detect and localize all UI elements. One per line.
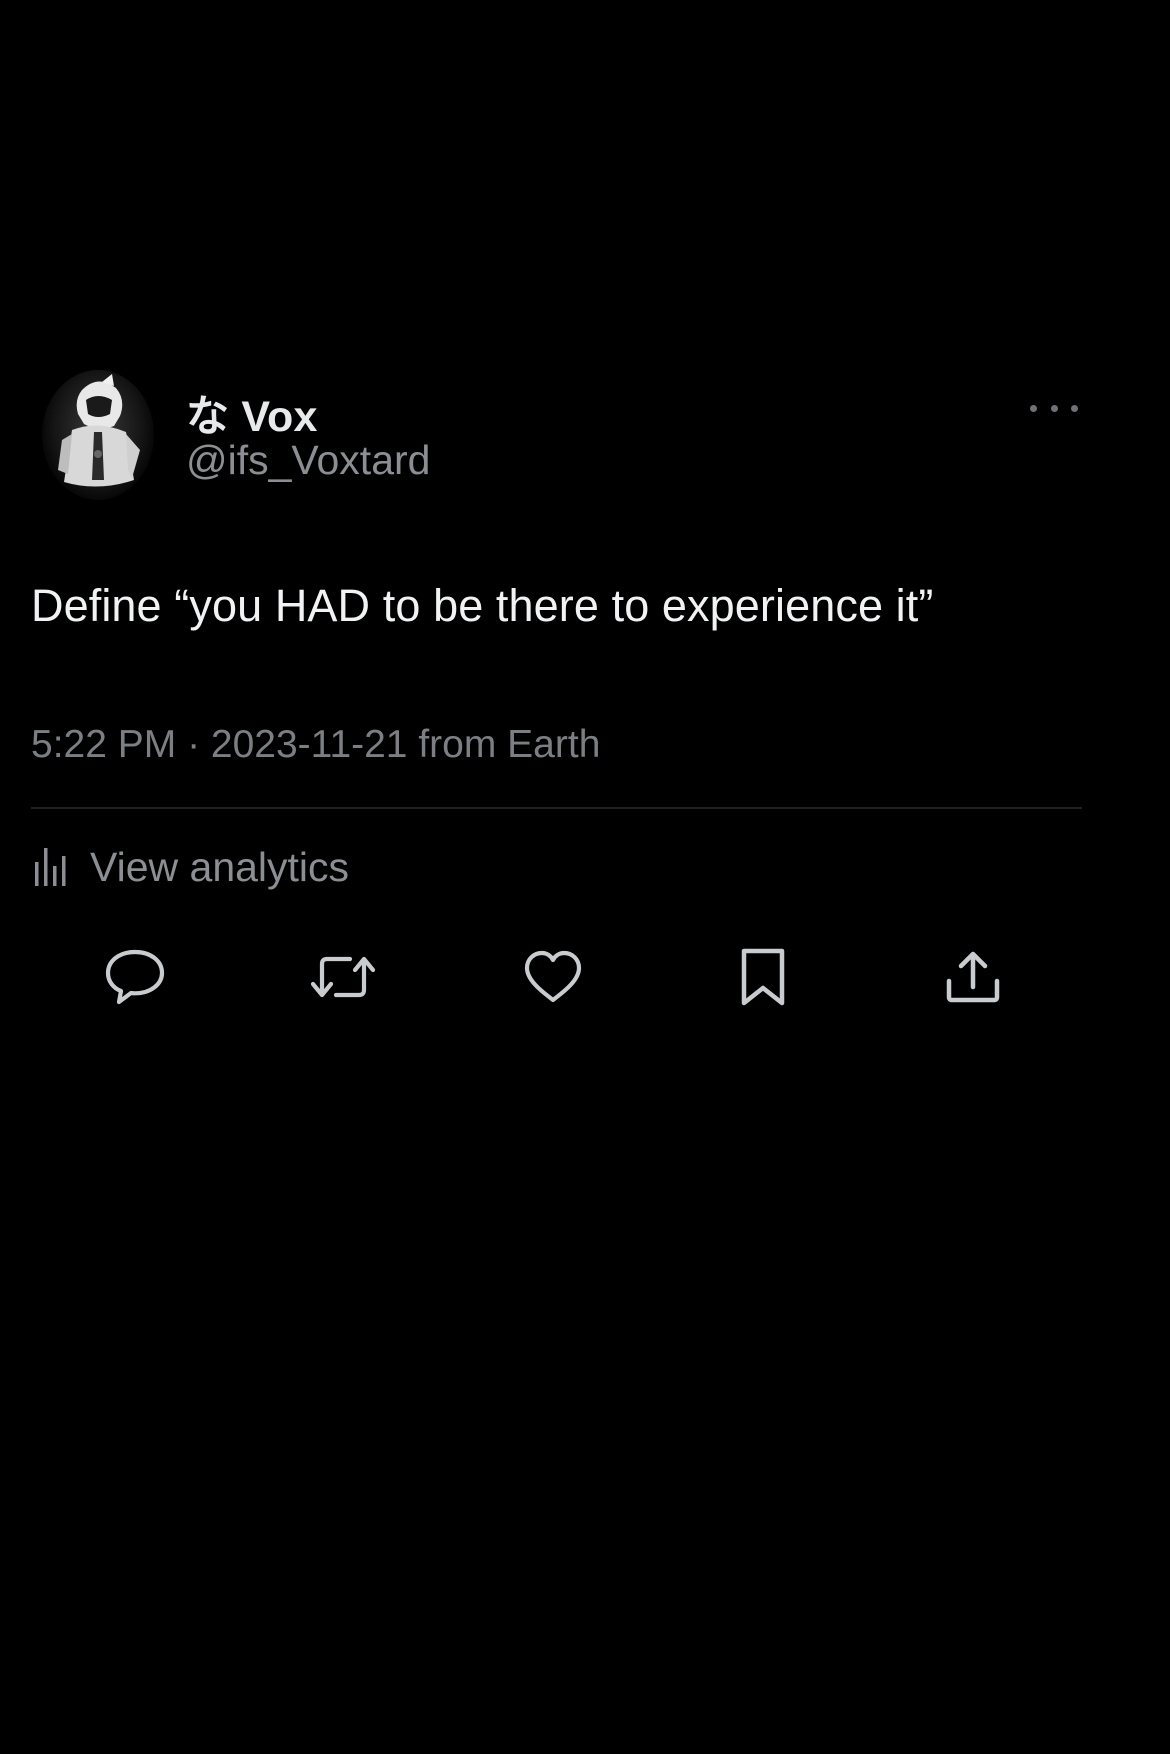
bookmark-button[interactable] bbox=[727, 944, 799, 1010]
tweet-timestamp[interactable]: 5:22 PM · 2023-11-21 from Earth bbox=[31, 723, 600, 767]
dot-icon bbox=[1050, 404, 1058, 412]
username-handle[interactable]: @ifs_Voxtard bbox=[186, 437, 430, 484]
view-analytics-label: View analytics bbox=[90, 843, 350, 890]
tweet-text: Define “you HAD to be there to experienc… bbox=[31, 580, 934, 631]
upload-arrow-icon bbox=[946, 951, 1000, 1003]
like-button[interactable] bbox=[517, 944, 589, 1010]
bar-chart-icon bbox=[35, 848, 66, 886]
retweet-button[interactable] bbox=[307, 944, 379, 1010]
retweet-arrows-icon bbox=[310, 956, 376, 998]
bookmark-icon bbox=[741, 948, 785, 1006]
reply-button[interactable] bbox=[99, 944, 171, 1010]
share-button[interactable] bbox=[937, 944, 1009, 1010]
tweet-detail: な Vox @ifs_Voxtard Define “you HAD to be… bbox=[0, 0, 1170, 1754]
heart-icon bbox=[524, 950, 582, 1003]
dot-icon bbox=[1030, 404, 1037, 412]
avatar-illustration bbox=[58, 374, 140, 487]
more-options-button[interactable] bbox=[1030, 398, 1078, 418]
avatar[interactable] bbox=[42, 370, 154, 500]
divider bbox=[31, 807, 1082, 809]
view-analytics-button[interactable]: View analytics bbox=[34, 842, 349, 892]
dot-icon bbox=[1071, 404, 1078, 412]
speech-bubble-icon bbox=[105, 949, 165, 1005]
display-name[interactable]: な Vox bbox=[186, 382, 318, 444]
